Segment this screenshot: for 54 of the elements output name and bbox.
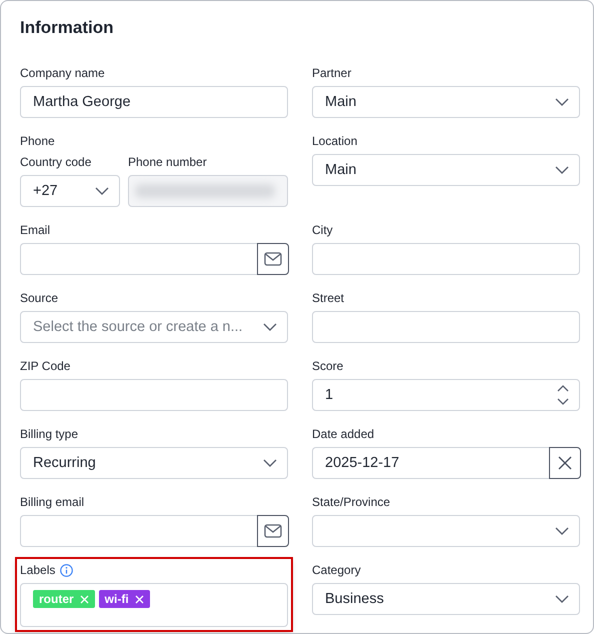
- dropdown-field[interactable]: [312, 515, 580, 547]
- stepper-icon: [557, 384, 569, 406]
- email-button[interactable]: [257, 243, 289, 275]
- dropdown-field[interactable]: Select the source or create a n...: [20, 311, 288, 343]
- dropdown-field[interactable]: +27: [20, 175, 120, 207]
- input-field[interactable]: Martha George: [20, 86, 288, 118]
- chevron-down-icon: [555, 166, 569, 174]
- tag-chip[interactable]: wi-fi: [98, 590, 150, 608]
- input-field[interactable]: [20, 379, 288, 411]
- remove-icon: [134, 594, 144, 604]
- tags-field[interactable]: router wi-fi: [20, 583, 288, 627]
- field-label: State/Province: [312, 494, 390, 510]
- dropdown-field[interactable]: Main: [312, 86, 580, 118]
- chevron-down-icon: [263, 459, 277, 467]
- input-field[interactable]: [312, 243, 580, 275]
- section-title: Information: [20, 17, 114, 39]
- field-label: ZIP Code: [20, 358, 70, 374]
- field-label: Category: [312, 562, 361, 578]
- field-label: Score: [312, 358, 344, 374]
- field-label: Phone number: [128, 154, 207, 170]
- dropdown-field[interactable]: Business: [312, 583, 580, 615]
- field-label: Company name: [20, 65, 105, 81]
- clear-button[interactable]: [549, 447, 581, 479]
- number-field[interactable]: 1: [312, 379, 580, 411]
- field-label: City: [312, 222, 333, 238]
- chevron-down-icon: [95, 187, 109, 195]
- input-field[interactable]: [312, 311, 580, 343]
- input-field[interactable]: 2025-12-17: [312, 447, 549, 479]
- envelope-icon: [264, 524, 282, 538]
- chevron-down-icon: [555, 98, 569, 106]
- close-icon: [557, 455, 573, 471]
- dropdown-field[interactable]: Recurring: [20, 447, 288, 479]
- envelope-icon: [264, 252, 282, 266]
- field-label: Partner: [312, 65, 352, 81]
- field-label: Phone: [20, 133, 55, 149]
- field-label: Street: [312, 290, 344, 306]
- chevron-down-icon: [263, 323, 277, 331]
- field-label: Billing type: [20, 426, 78, 442]
- field-label: Source: [20, 290, 58, 306]
- input-field[interactable]: [128, 175, 288, 207]
- field-label: Labels: [20, 562, 56, 578]
- email-button[interactable]: [257, 515, 289, 547]
- field-label: Email: [20, 222, 50, 238]
- field-label: Date added: [312, 426, 374, 442]
- input-field[interactable]: [20, 515, 257, 547]
- remove-icon: [80, 594, 89, 604]
- dropdown-field[interactable]: Main: [312, 154, 580, 186]
- input-field[interactable]: [20, 243, 257, 275]
- field-label: Location: [312, 133, 358, 149]
- field-label: Billing email: [20, 494, 84, 510]
- chevron-down-icon: [555, 527, 569, 535]
- field-label: Country code: [20, 154, 92, 170]
- chevron-down-icon: [555, 595, 569, 603]
- placeholder-text: Select the source or create a n...: [32, 319, 244, 335]
